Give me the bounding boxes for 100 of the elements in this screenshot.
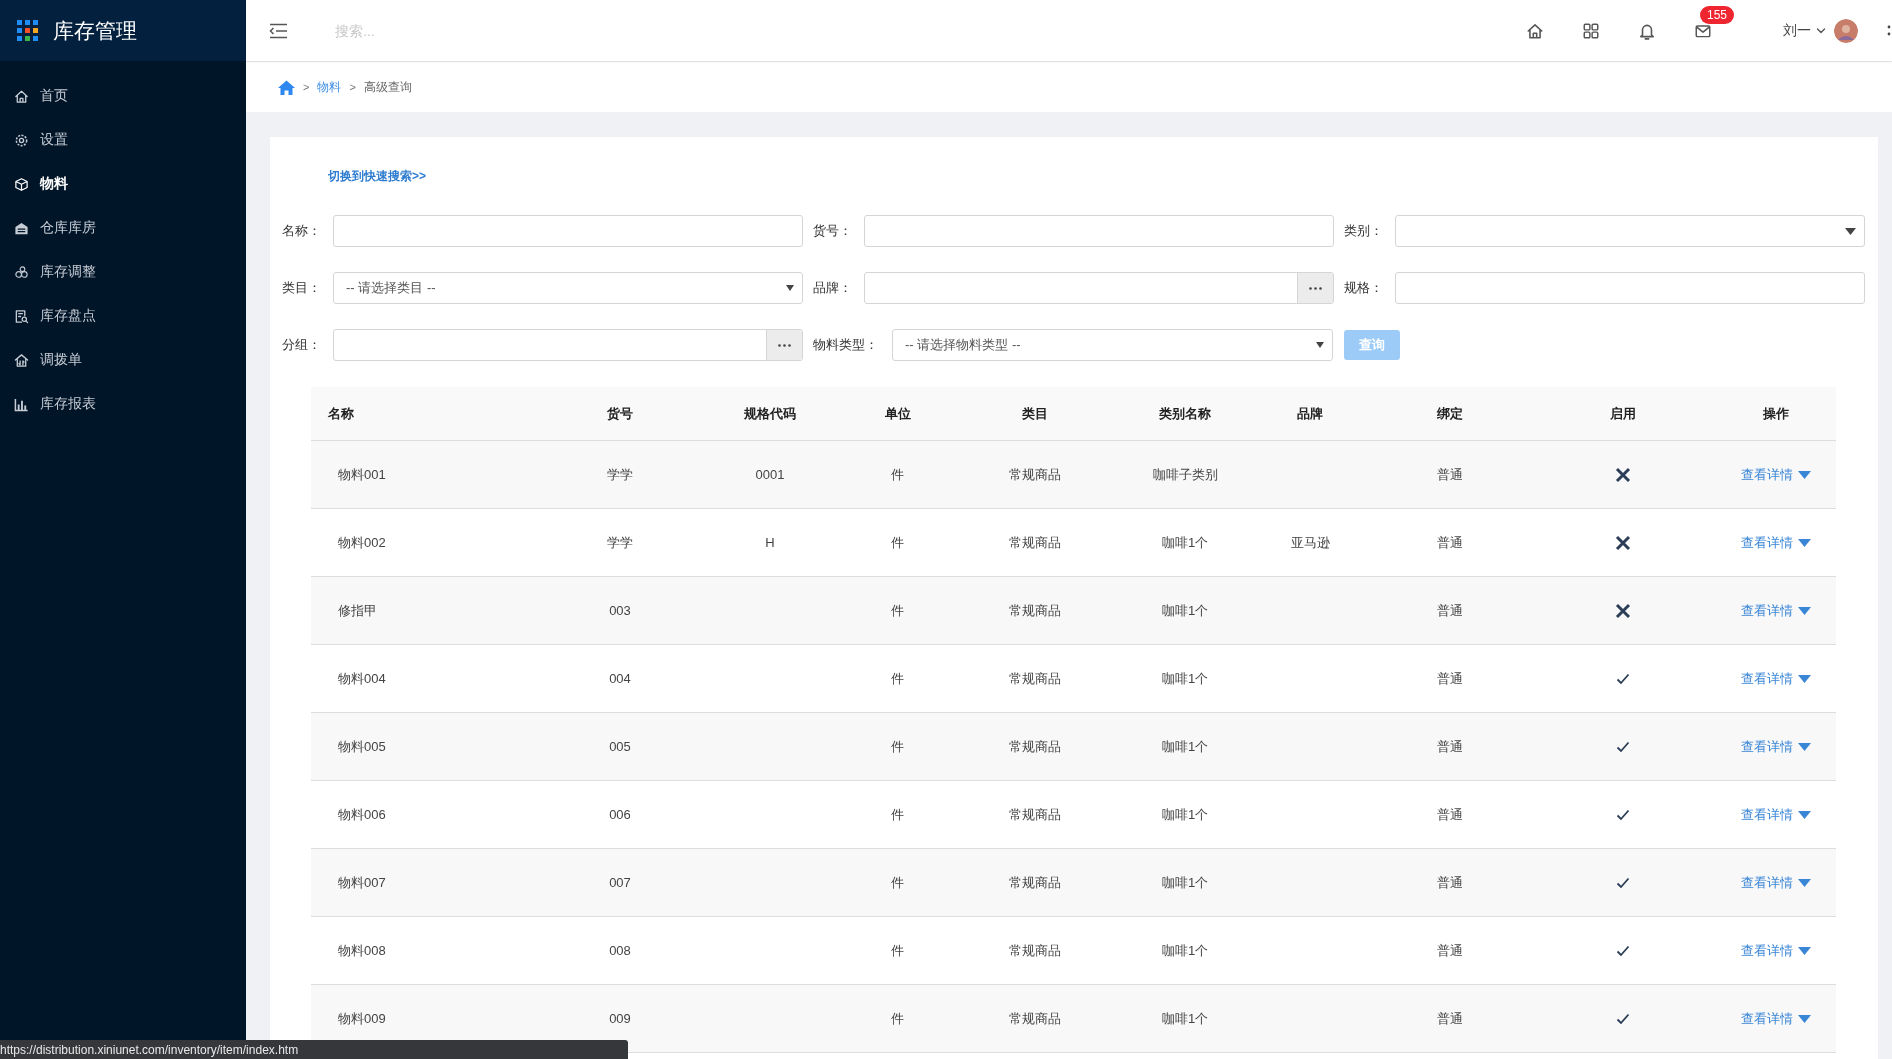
view-details-link[interactable]: 查看详情 (1740, 601, 1811, 620)
select-field[interactable]: -- 请选择类目 -- (333, 272, 803, 304)
table-cell: 咖啡1个 (1161, 1010, 1209, 1026)
column-header: 启用 (1608, 404, 1637, 423)
table-cell: 常规商品 (1009, 602, 1061, 618)
view-details-link[interactable]: 查看详情 (1740, 941, 1811, 960)
table-cell: 常规商品 (1009, 806, 1061, 822)
ellipsis-icon (1309, 286, 1322, 290)
table-cell: 物料009 (338, 1010, 386, 1026)
sidebar-item[interactable]: 库存盘点 (0, 294, 246, 338)
view-details-link[interactable]: 查看详情 (1740, 1009, 1811, 1028)
clipboard-icon (14, 308, 29, 324)
table-cell: 004 (609, 671, 631, 686)
table-cell: 003 (609, 603, 631, 618)
column-header: 规格代码 (743, 404, 797, 423)
table-cell: 常规商品 (1009, 466, 1061, 482)
column-header: 类别名称 (1158, 404, 1212, 423)
view-details-link[interactable]: 查看详情 (1740, 533, 1811, 552)
caret-icon (1797, 810, 1811, 819)
view-details-link[interactable]: 查看详情 (1740, 805, 1811, 824)
field-label: 品牌： (813, 279, 853, 297)
table-cell: 普通 (1437, 466, 1463, 482)
caret-icon (1797, 1014, 1811, 1023)
table-cell: 008 (609, 943, 631, 958)
view-details-link[interactable]: 查看详情 (1740, 669, 1811, 688)
breadcrumb-item: 高级查询 (363, 78, 412, 96)
table-cell: 咖啡1个 (1161, 806, 1209, 822)
input-field[interactable] (864, 215, 1334, 247)
table-cell: 常规商品 (1009, 738, 1061, 754)
column-header: 品牌 (1296, 404, 1324, 423)
home-icon[interactable] (1526, 21, 1544, 40)
input-field[interactable] (1395, 272, 1865, 304)
table-cell: H (765, 535, 775, 550)
table-cell: 普通 (1437, 1010, 1463, 1026)
sidebar-item[interactable]: 库存报表 (0, 382, 246, 426)
input-field[interactable] (864, 272, 1334, 304)
sidebar-item[interactable]: 库存调整 (0, 250, 246, 294)
user-name[interactable]: 刘一 (1783, 21, 1811, 40)
table-cell: 物料001 (338, 466, 386, 482)
bar-chart-icon (14, 396, 29, 412)
view-details-link[interactable]: 查看详情 (1740, 873, 1811, 892)
table-cell: 常规商品 (1009, 534, 1061, 550)
column-header: 类目 (1021, 404, 1049, 423)
table-cell: 修指甲 (338, 602, 377, 618)
table-cell: 件 (891, 942, 904, 958)
caret-icon (786, 285, 794, 291)
table-cell: 件 (891, 1010, 904, 1026)
grid-icon[interactable] (1582, 21, 1600, 40)
table-cell: 普通 (1437, 874, 1463, 890)
caret-icon (1845, 227, 1856, 235)
table-cell: 件 (891, 738, 904, 754)
avatar[interactable] (1834, 18, 1858, 43)
caret-icon (1797, 538, 1811, 547)
home-icon (14, 88, 29, 104)
table-cell: 物料008 (338, 942, 386, 958)
sidebar-item[interactable]: 设置 (0, 118, 246, 162)
view-details-link[interactable]: 查看详情 (1740, 465, 1811, 484)
caret-icon (1316, 342, 1324, 348)
table-cell: 普通 (1437, 670, 1463, 686)
switch-search-link[interactable]: 切换到快速搜索>> (328, 168, 426, 185)
table-cell: 物料007 (338, 874, 386, 890)
app-title: 库存管理 (53, 17, 137, 44)
field-label: 类目： (282, 279, 322, 297)
field-label: 规格： (1344, 279, 1384, 297)
view-details-link[interactable]: 查看详情 (1740, 737, 1811, 756)
menu-icon[interactable] (269, 22, 288, 39)
breadcrumb-item[interactable]: 物料 (317, 78, 342, 96)
chevron-down-icon[interactable] (1816, 25, 1826, 36)
field-label: 名称： (282, 222, 322, 240)
table-cell: 0001 (755, 467, 785, 482)
field-label: 类别： (1344, 222, 1384, 240)
select-field[interactable]: -- 请选择物料类型 -- (892, 329, 1333, 361)
table-cell: 005 (609, 739, 631, 754)
table-cell: 普通 (1437, 806, 1463, 822)
table-cell: 007 (609, 875, 631, 890)
table-cell: 学学 (607, 534, 633, 550)
cube-icon (14, 176, 29, 192)
table-cell: 普通 (1437, 534, 1463, 550)
table-cell: 咖啡1个 (1161, 874, 1209, 890)
sidebar-item[interactable]: 调拨单 (0, 338, 246, 382)
table-cell: 件 (891, 874, 904, 890)
warehouse-icon (14, 220, 29, 236)
caret-icon (1797, 742, 1811, 751)
sidebar-item[interactable]: 物料 (0, 162, 246, 206)
select-field[interactable] (1395, 215, 1865, 247)
table-cell: 咖啡1个 (1161, 942, 1209, 958)
sidebar-item[interactable]: 仓库库房 (0, 206, 246, 250)
status-url: https://distribution.xiniunet.com/inventory/item/index.htm (0, 1040, 628, 1059)
notification-badge: 155 (1700, 5, 1735, 24)
input-field[interactable] (333, 215, 803, 247)
home-icon[interactable] (278, 79, 295, 95)
table-cell: 咖啡1个 (1161, 670, 1209, 686)
sidebar-item[interactable]: 首页 (0, 74, 246, 118)
input-field[interactable] (333, 329, 803, 361)
caret-icon (1797, 946, 1811, 955)
table-cell: 物料006 (338, 806, 386, 822)
table-cell: 006 (609, 807, 631, 822)
table-cell: 009 (609, 1011, 631, 1026)
table-cell: 常规商品 (1009, 874, 1061, 890)
column-header: 单位 (883, 404, 912, 423)
